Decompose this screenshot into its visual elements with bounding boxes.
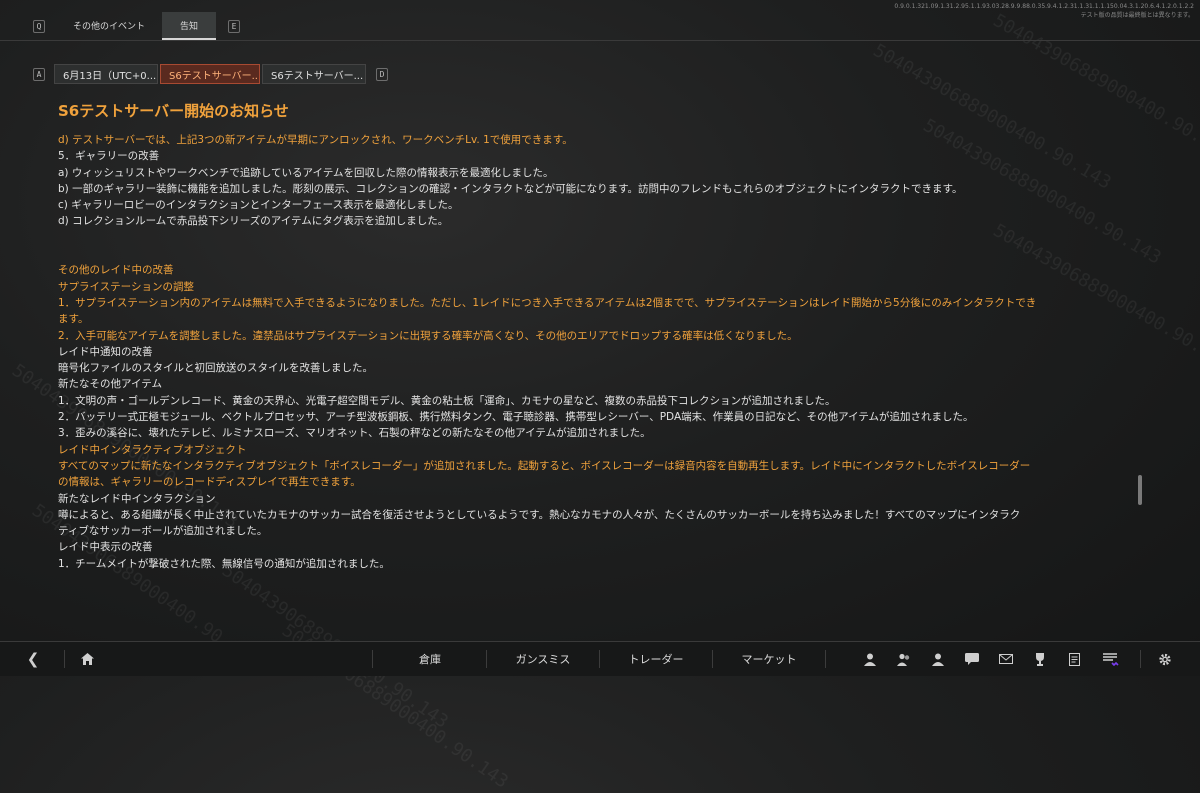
nav-gunsmith[interactable]: ガンスミス <box>487 642 599 676</box>
blank-line <box>58 246 1108 262</box>
article-line: レイド中通知の改善 <box>58 344 1108 360</box>
article-line: の情報は、ギャラリーのレコードディスプレイで再生できます。 <box>58 474 1108 490</box>
key-hint-e: E <box>228 20 240 33</box>
article-line: d) コレクションルームで赤品投下シリーズのアイテムにタグ表示を追加しました。 <box>58 213 1108 229</box>
tasks-icon[interactable] <box>1067 652 1081 666</box>
article-line: 暗号化ファイルのスタイルと初回放送のスタイルを改善しました。 <box>58 360 1108 376</box>
article-line: 新たなレイド中インタラクション <box>58 491 1108 507</box>
key-hint-d: D <box>376 68 388 81</box>
event-icon[interactable] <box>1101 652 1121 666</box>
subtab-s6-test-server-2[interactable]: S6テストサーバー... <box>262 64 366 84</box>
article-line: 新たなその他アイテム <box>58 376 1108 392</box>
article-line: レイド中インタラクティブオブジェクト <box>58 442 1108 458</box>
article-line: すべてのマップに新たなインタラクティブオブジェクト「ボイスレコーダー」が追加され… <box>58 458 1108 474</box>
scrollbar-thumb[interactable] <box>1138 475 1142 505</box>
article-line: b) 一部のギャラリー装飾に機能を追加しました。彫刻の展示、コレクションの確認・… <box>58 181 1108 197</box>
home-icon[interactable] <box>80 652 94 666</box>
bottom-nav-bar: ❮ 倉庫 ガンスミス トレーダー マーケット <box>0 641 1200 676</box>
key-hint-q: Q <box>33 20 45 33</box>
friends-icon[interactable] <box>931 652 945 666</box>
article-content: S6テストサーバー開始のお知らせ d) テストサーバーでは、上記3つの新アイテム… <box>58 100 1108 572</box>
blank-line <box>58 230 1108 246</box>
article-line: a) ウィッシュリストやワークベンチで追跡しているアイテムを回収した際の情報表示… <box>58 165 1108 181</box>
article-line: 5．ギャラリーの改善 <box>58 148 1108 164</box>
squad-icon[interactable] <box>897 652 911 666</box>
subtab-s6-test-server-active[interactable]: S6テストサーバー... <box>160 64 260 84</box>
settings-icon[interactable] <box>1158 652 1172 666</box>
subtab-june13[interactable]: 6月13日（UTC+0... <box>54 64 158 84</box>
nav-market[interactable]: マーケット <box>713 642 825 676</box>
tab-announcements[interactable]: 告知 <box>162 12 216 40</box>
trophy-icon[interactable] <box>1033 652 1047 666</box>
tab-other-events[interactable]: その他のイベント <box>60 12 158 38</box>
key-hint-a: A <box>33 68 45 81</box>
article-line: 噂によると、ある組織が長く中止されていたカモナのサッカー試合を復活させようとして… <box>58 507 1108 523</box>
chat-icon[interactable] <box>965 652 979 666</box>
nav-traders[interactable]: トレーダー <box>600 642 712 676</box>
nav-warehouse[interactable]: 倉庫 <box>374 642 486 676</box>
article-line: c) ギャラリーロビーのインタラクションとインターフェース表示を最適化しました。 <box>58 197 1108 213</box>
article-line: 1．サプライステーション内のアイテムは無料で入手できるようになりました。ただし、… <box>58 295 1108 311</box>
article-line: 1．文明の声・ゴールデンレコード、黄金の天界心、光電子超空間モデル、黄金の粘土板… <box>58 393 1108 409</box>
article-body: d) テストサーバーでは、上記3つの新アイテムが早期にアンロックされ、ワークベン… <box>58 132 1108 572</box>
build-info: 0.9.0.1.321.09.1.31.2.95.1.1.93.03.28.9.… <box>894 2 1194 20</box>
article-line: ます。 <box>58 311 1108 327</box>
back-arrow-icon[interactable]: ❮ <box>26 652 40 666</box>
test-build-notice: テスト版の品質は最終版とは異なります。 <box>894 11 1194 20</box>
mail-icon[interactable] <box>999 652 1013 666</box>
article-line: レイド中表示の改善 <box>58 539 1108 555</box>
article-line: 1．チームメイトが撃破された際、無線信号の通知が追加されました。 <box>58 556 1108 572</box>
article-line: 2．バッテリー式正極モジュール、ベクトルプロセッサ、アーチ型波板鋼板、携行燃料タ… <box>58 409 1108 425</box>
top-tab-bar: Q その他のイベント 告知 E 0.9.0.1.321.09.1.31.2.95… <box>0 0 1200 41</box>
article-line: その他のレイド中の改善 <box>58 262 1108 278</box>
character-icon[interactable] <box>863 652 877 666</box>
article-line: サプライステーションの調整 <box>58 279 1108 295</box>
build-version: 0.9.0.1.321.09.1.31.2.95.1.1.93.03.28.9.… <box>894 2 1194 11</box>
article-line: 3．歪みの溪谷に、壊れたテレビ、ルミナスローズ、マリオネット、石製の秤などの新た… <box>58 425 1108 441</box>
article-line: d) テストサーバーでは、上記3つの新アイテムが早期にアンロックされ、ワークベン… <box>58 132 1108 148</box>
article-line: 2．入手可能なアイテムを調整しました。違禁品はサプライステーションに出現する確率… <box>58 328 1108 344</box>
article-line: ティブなサッカーボールが追加されました。 <box>58 523 1108 539</box>
article-title: S6テストサーバー開始のお知らせ <box>58 100 1108 122</box>
